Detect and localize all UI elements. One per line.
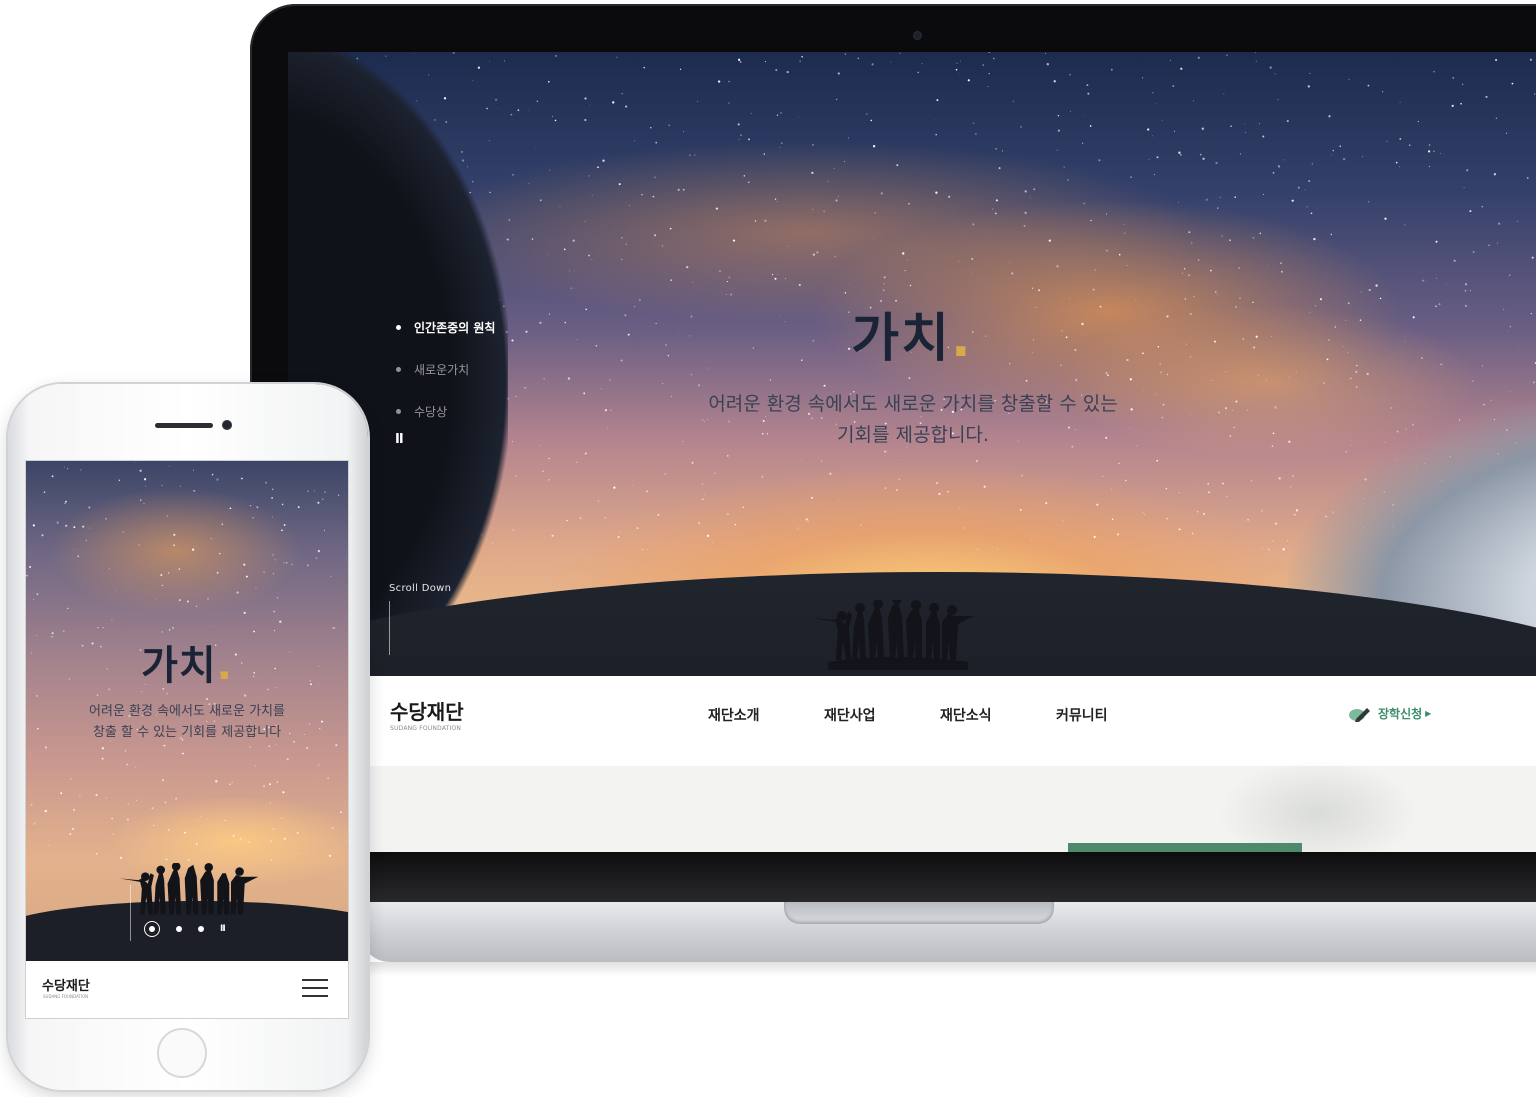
bullet-icon xyxy=(396,366,401,372)
laptop-hinge xyxy=(360,852,1536,904)
nav-item-about[interactable]: 재단소개 xyxy=(708,705,824,725)
mobile-hero: 가치. 어려운 환경 속에서도 새로운 가치를 창출 할 수 있는 기회를 제공… xyxy=(26,461,348,961)
mobile-scroll-line xyxy=(130,885,131,941)
mobile-pause-icon[interactable]: II xyxy=(220,924,226,934)
nav-item-news[interactable]: 재단소식 xyxy=(940,705,1056,725)
scholarship-apply-label: 장학신청 xyxy=(1378,707,1423,721)
laptop-camera-icon xyxy=(913,31,922,40)
mobile-site-logo-subtitle: SUDANG FOUNDATION xyxy=(43,994,89,999)
mobile-hero-subtitle-line2: 창출 할 수 있는 기회를 제공합니다 xyxy=(92,725,282,740)
scholarship-apply-button[interactable]: 장학신청 ▶ xyxy=(1348,705,1431,722)
main-nav: 재단소개 재단사업 재단소식 커뮤니티 xyxy=(708,705,1172,725)
hamburger-icon[interactable] xyxy=(302,979,328,997)
mobile-site-logo[interactable]: 수당재단 xyxy=(42,975,90,994)
scroll-down-label[interactable]: Scroll Down xyxy=(389,583,451,594)
green-tab-bar xyxy=(1068,843,1302,852)
site-logo-subtitle: SUDANG FOUNDATION xyxy=(390,725,462,732)
laptop-shadow xyxy=(360,962,1536,976)
desktop-hero: 가치. 어려운 환경 속에서도 새로운 가치를 창출할 수 있는 기회를 제공합… xyxy=(288,52,1536,676)
caret-right-icon: ▶ xyxy=(1425,709,1432,718)
content-section-preview xyxy=(288,758,1536,852)
bullet-icon xyxy=(396,408,401,414)
desktop-site-header: 수당재단 SUDANG FOUNDATION 재단소개 재단사업 재단소식 커뮤… xyxy=(288,676,1536,766)
mobile-hero-title: 가치. xyxy=(141,643,233,689)
pen-icon xyxy=(1349,707,1370,722)
hero-slide-nav-label: 새로운가치 xyxy=(414,362,470,377)
hero-slide-nav: 인간존중의 원칙 새로운가치 수당상 xyxy=(396,306,495,432)
hero-slide-nav-label: 수당상 xyxy=(414,404,448,419)
pause-icon[interactable]: II xyxy=(395,432,404,447)
hero-subtitle: 어려운 환경 속에서도 새로운 가치를 창출할 수 있는 기회를 제공합니다. xyxy=(658,389,1168,451)
hero-slide-nav-item-1[interactable]: 인간존중의 원칙 xyxy=(396,306,495,348)
phone-screen: 가치. 어려운 환경 속에서도 새로운 가치를 창출 할 수 있는 기회를 제공… xyxy=(26,461,348,1018)
laptop-screen: 가치. 어려운 환경 속에서도 새로운 가치를 창출할 수 있는 기회를 제공합… xyxy=(288,52,1536,852)
phone-camera-icon xyxy=(222,420,232,430)
hero-subtitle-line1: 어려운 환경 속에서도 새로운 가치를 창출할 수 있는 xyxy=(708,393,1118,415)
mobile-slide-dot-1[interactable] xyxy=(144,921,160,937)
scroll-down-line xyxy=(389,601,390,655)
mobile-slide-indicator: II xyxy=(144,921,226,937)
nav-item-programs[interactable]: 재단사업 xyxy=(824,705,940,725)
hero-subtitle-line2: 기회를 제공합니다. xyxy=(837,424,989,446)
leaf-decoration xyxy=(1218,758,1418,852)
people-silhouette xyxy=(812,600,974,670)
phone-speaker-icon xyxy=(155,423,213,428)
site-logo[interactable]: 수당재단 xyxy=(390,696,464,725)
hero-slide-nav-label: 인간존중의 원칙 xyxy=(414,320,496,335)
hero-slide-nav-item-2[interactable]: 새로운가치 xyxy=(396,348,495,390)
mobile-slide-dot-2[interactable] xyxy=(176,926,182,932)
hero-slide-nav-item-3[interactable]: 수당상 xyxy=(396,390,495,432)
mobile-hero-subtitle: 어려운 환경 속에서도 새로운 가치를 창출 할 수 있는 기회를 제공합니다 xyxy=(66,701,308,743)
mobile-slide-dot-3[interactable] xyxy=(198,926,204,932)
bullet-icon xyxy=(396,324,401,330)
mobile-site-header: 수당재단 SUDANG FOUNDATION xyxy=(26,961,348,1018)
mobile-hero-subtitle-line1: 어려운 환경 속에서도 새로운 가치를 xyxy=(89,704,285,719)
laptop-notch xyxy=(784,902,1054,924)
nav-item-community[interactable]: 커뮤니티 xyxy=(1056,705,1172,725)
device-mockup-stage: 가치. 어려운 환경 속에서도 새로운 가치를 창출할 수 있는 기회를 제공합… xyxy=(0,0,1536,1097)
phone-home-button[interactable] xyxy=(157,1028,207,1078)
